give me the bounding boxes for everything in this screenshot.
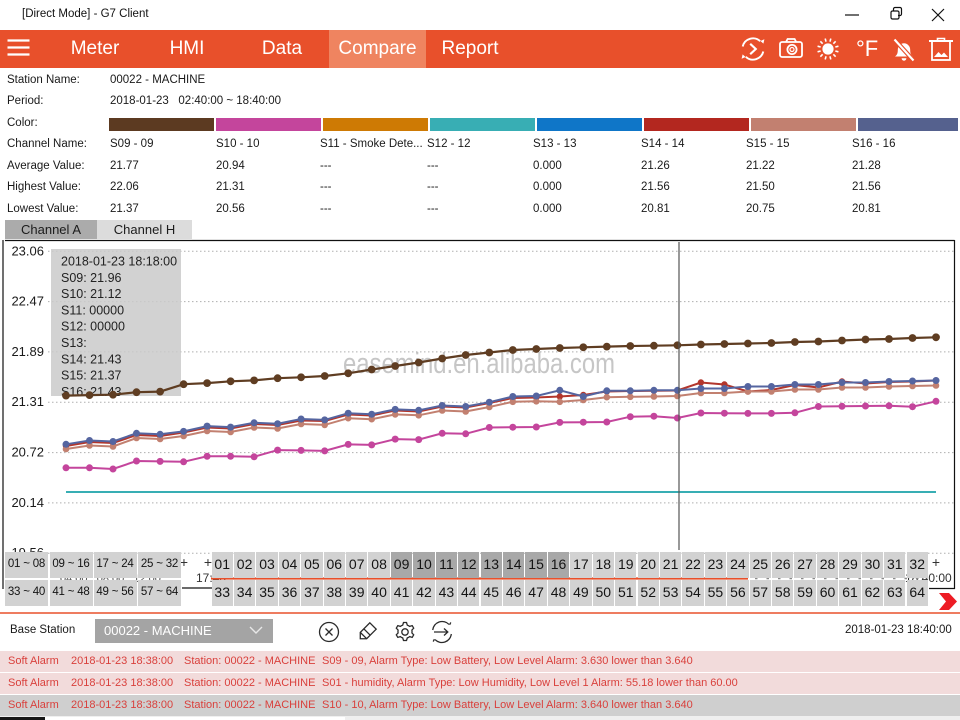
svg-text:S13:: S13: [61,336,87,350]
svg-text:S12: 00000: S12: 00000 [61,320,125,334]
svg-text:21.89: 21.89 [11,344,44,359]
svg-text:°F: °F [856,36,878,61]
svg-text:20.14: 20.14 [11,495,44,510]
svg-text:23.06: 23.06 [11,243,44,258]
svg-text:21.31: 21.31 [11,394,44,409]
svg-text:S15: 21.37: S15: 21.37 [61,369,122,383]
svg-text:S09: 21.96: S09: 21.96 [61,271,122,285]
svg-text:22.47: 22.47 [11,294,44,309]
svg-text:S11: 00000: S11: 00000 [61,303,124,317]
svg-text:20.72: 20.72 [11,445,44,460]
svg-text:+: + [932,554,940,570]
svg-text:+: + [180,554,188,570]
svg-text:S10: 21.12: S10: 21.12 [61,287,122,301]
svg-text:S14: 21.43: S14: 21.43 [61,352,122,366]
svg-text:2018-01-23 18:18:00: 2018-01-23 18:18:00 [61,255,177,269]
